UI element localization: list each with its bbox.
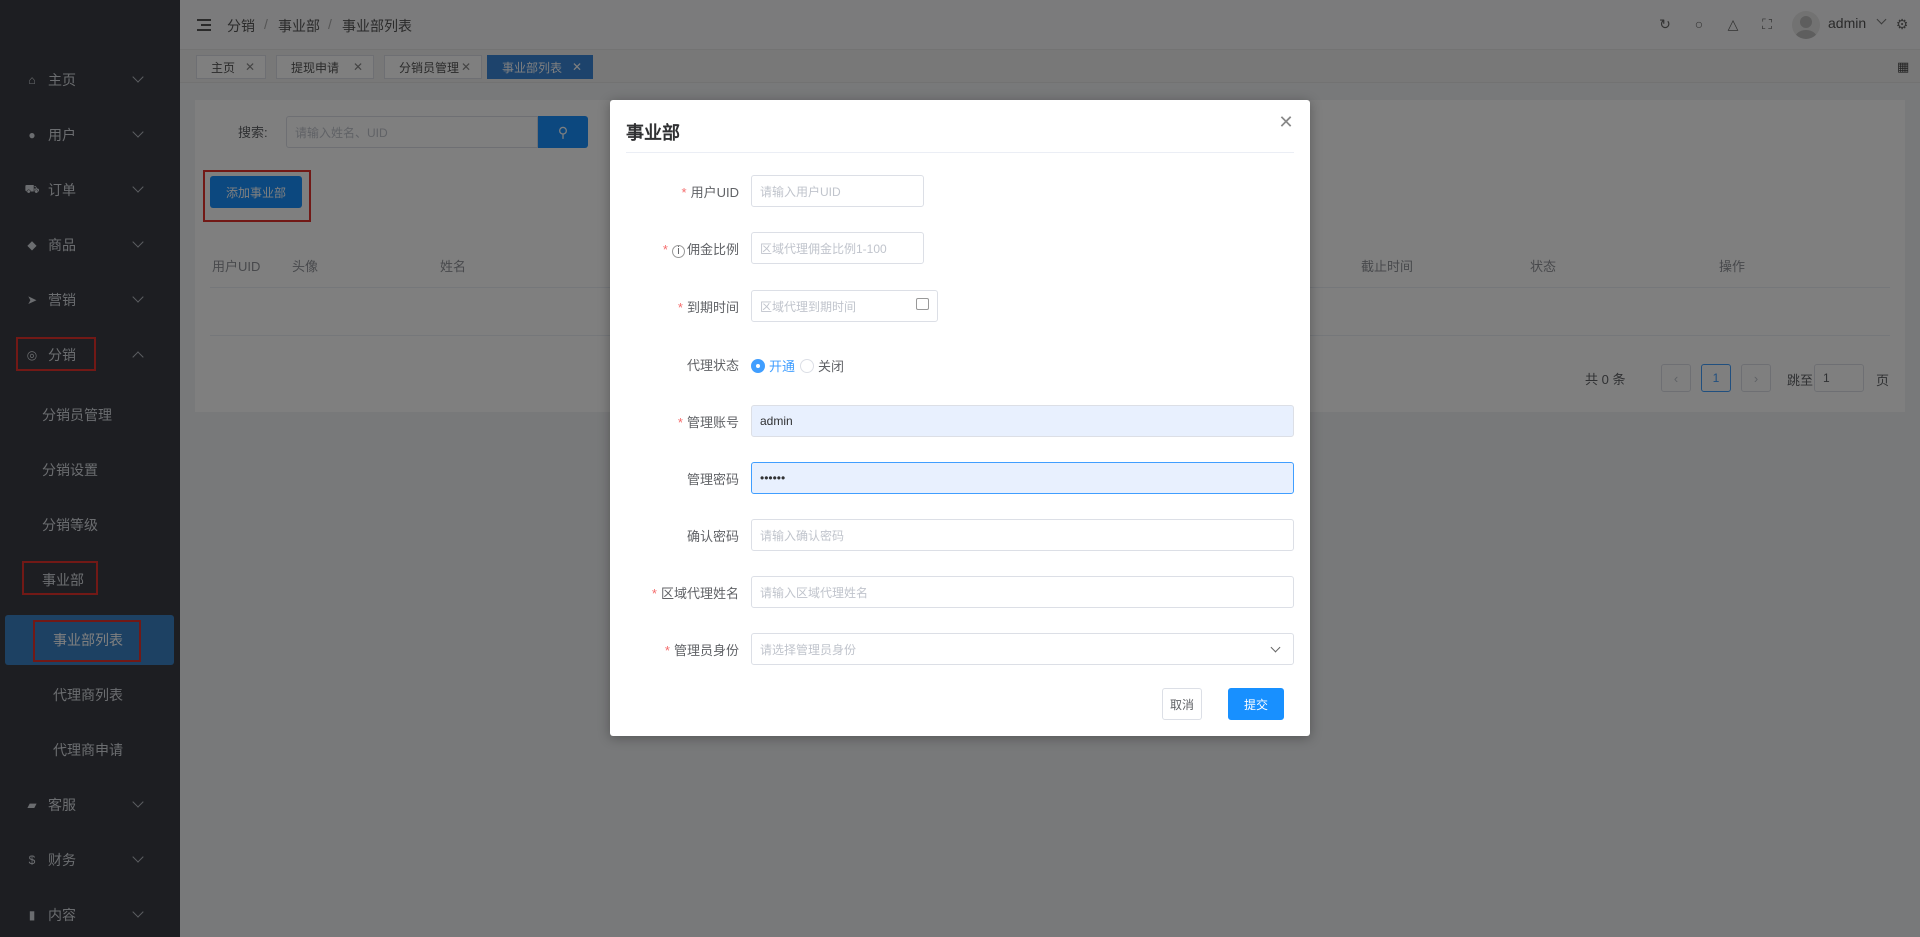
cancel-button[interactable]: 取消 — [1162, 688, 1202, 720]
commission-input[interactable]: 区域代理佣金比例1-100 — [751, 232, 924, 264]
account-label: * 管理账号 — [677, 415, 739, 430]
dialog-title: 事业部 — [626, 123, 680, 143]
role-select[interactable]: 请选择管理员身份 — [751, 633, 1294, 665]
expire-date-input[interactable]: 区域代理到期时间 — [751, 290, 938, 322]
submit-button[interactable]: 提交 — [1228, 688, 1284, 720]
agent-name-label: * 区域代理姓名 — [651, 586, 739, 601]
status-radio-open[interactable]: 开通 — [751, 356, 795, 375]
password-input[interactable]: •••••• — [751, 462, 1294, 494]
role-label: * 管理员身份 — [664, 643, 739, 658]
status-radio-close[interactable]: 关闭 — [800, 356, 844, 375]
confirm-password-input[interactable]: 请输入确认密码 — [751, 519, 1294, 551]
status-label: 代理状态 — [686, 358, 739, 373]
expire-label: * 到期时间 — [677, 300, 739, 315]
account-input[interactable]: admin — [751, 405, 1294, 437]
role-placeholder: 请选择管理员身份 — [760, 642, 857, 657]
uid-label: * 用户UID — [681, 185, 739, 200]
confirm-password-label: 确认密码 — [686, 529, 739, 544]
password-label: 管理密码 — [686, 472, 739, 487]
chevron-down-icon — [1270, 642, 1281, 653]
calendar-icon — [916, 298, 929, 310]
business-dialog: 事业部 ✕ * 用户UID 请输入用户UID * i 佣金比例 区域代理佣金比例1-1… — [610, 100, 1310, 736]
info-icon: i — [671, 245, 685, 258]
agent-name-input[interactable]: 请输入区域代理姓名 — [751, 576, 1294, 608]
divider — [626, 152, 1294, 153]
expire-placeholder: 区域代理到期时间 — [760, 299, 857, 314]
close-icon[interactable]: ✕ — [1278, 113, 1294, 131]
commission-label: * i 佣金比例 — [662, 242, 739, 258]
uid-input[interactable]: 请输入用户UID — [751, 175, 924, 207]
